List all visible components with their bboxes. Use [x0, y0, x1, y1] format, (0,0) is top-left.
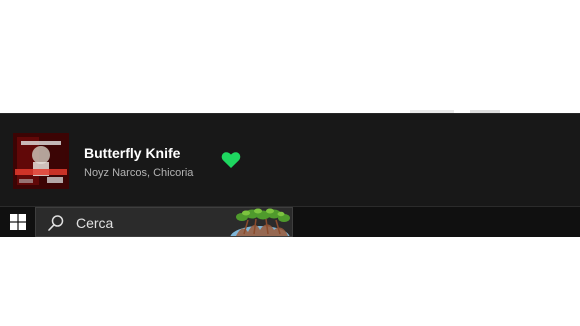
search-icon	[48, 215, 64, 231]
windows-logo-icon	[9, 214, 26, 230]
album-cover-image	[13, 133, 69, 189]
now-playing-bar: Butterfly Knife Noyz Narcos, Chicoria	[0, 113, 580, 206]
track-title[interactable]: Butterfly Knife	[84, 145, 193, 162]
track-artists[interactable]: Noyz Narcos, Chicoria	[84, 166, 193, 180]
like-button[interactable]	[221, 151, 241, 169]
album-cover[interactable]	[13, 133, 69, 189]
search-box[interactable]: Cerca	[35, 207, 293, 237]
taskbar: Cerca	[0, 206, 580, 237]
screen: Butterfly Knife Noyz Narcos, Chicoria Ce…	[0, 0, 580, 326]
heart-icon	[221, 152, 241, 168]
search-placeholder: Cerca	[76, 215, 114, 231]
track-info: Butterfly Knife Noyz Narcos, Chicoria	[84, 145, 193, 180]
start-button[interactable]	[0, 207, 35, 237]
search-highlight-illustration[interactable]	[230, 208, 292, 236]
